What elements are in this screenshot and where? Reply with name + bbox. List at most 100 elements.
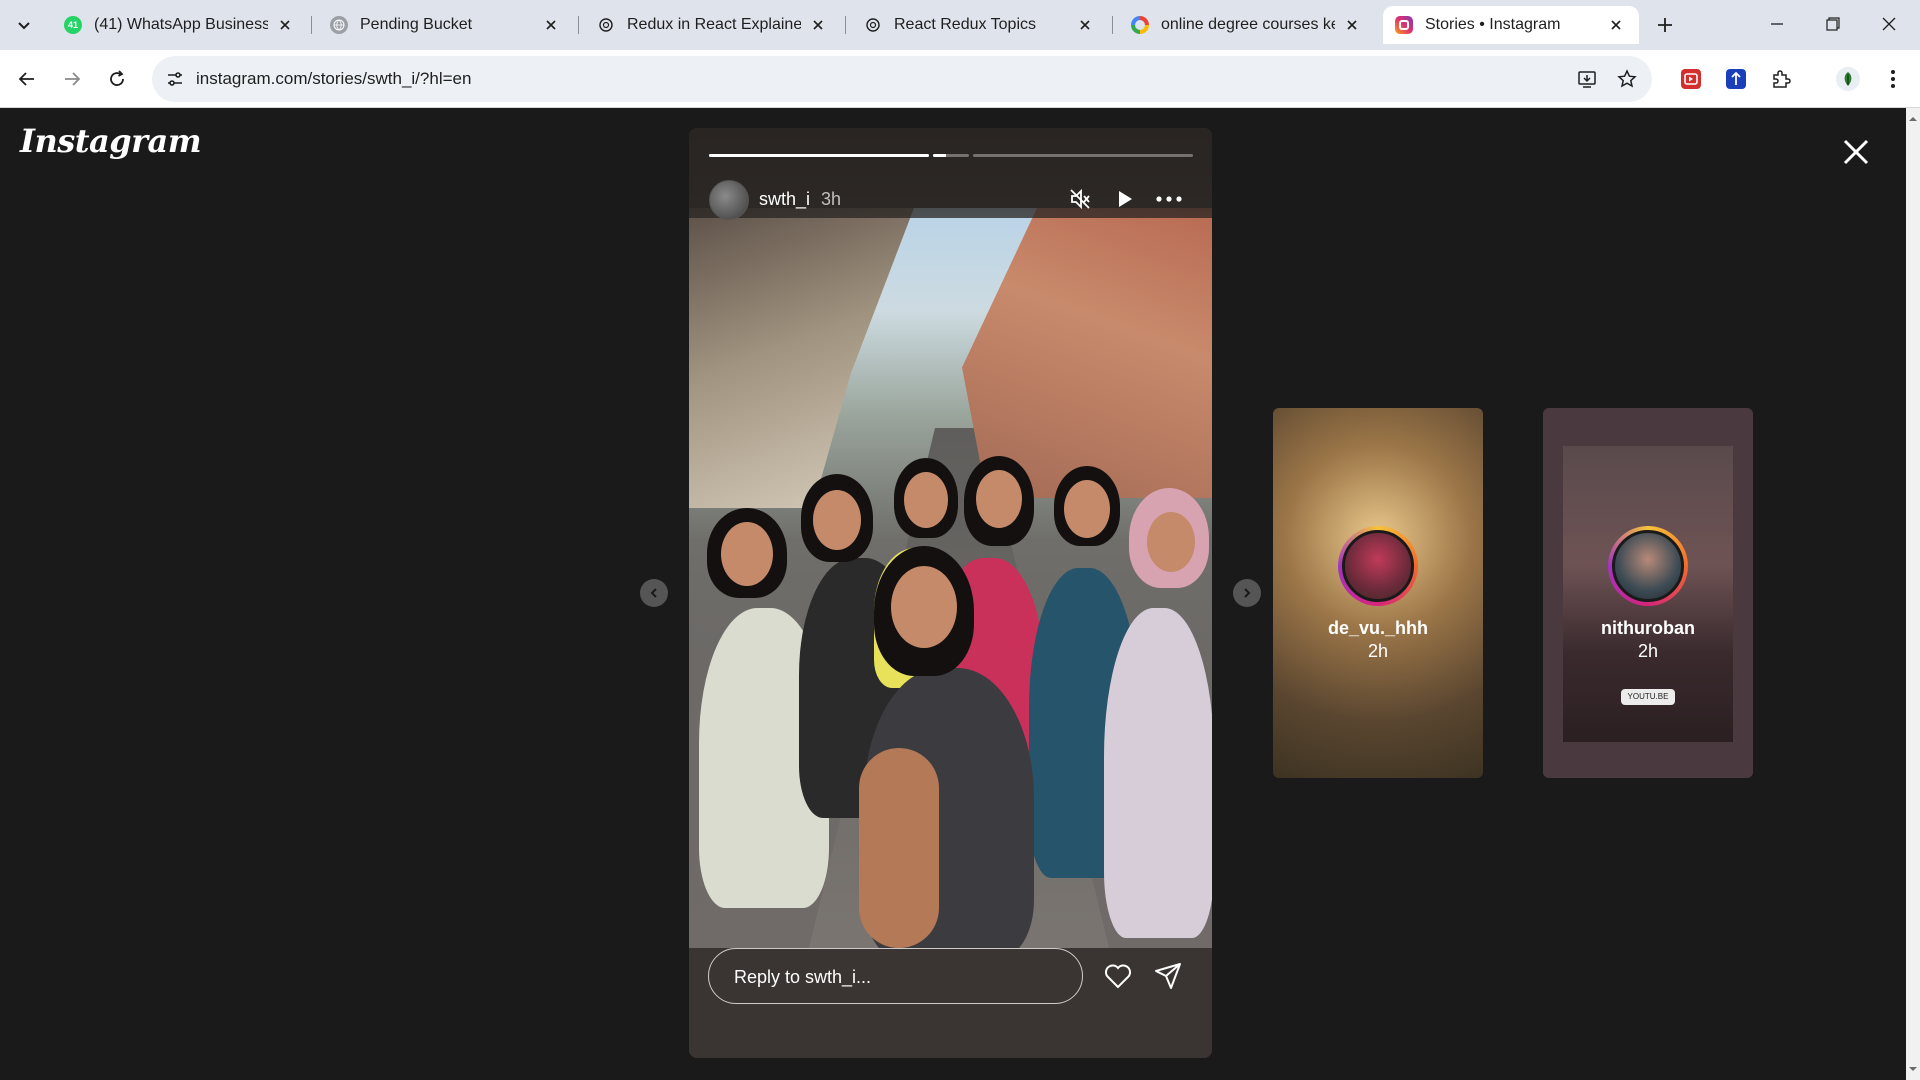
tab-pending-bucket[interactable]: Pending Bucket [318, 6, 574, 44]
chevron-down-icon [18, 22, 30, 30]
active-story[interactable]: swth_i 3h Reply to swth_i... [689, 128, 1212, 1058]
openai-icon [864, 16, 882, 34]
play-button[interactable] [1110, 184, 1140, 214]
restore-button[interactable] [1810, 8, 1856, 40]
story-options-button[interactable] [1154, 184, 1184, 214]
instagram-icon [1395, 16, 1413, 34]
preview-username: nithuroban [1601, 618, 1695, 638]
profile-avatar[interactable] [1834, 65, 1862, 93]
previous-story-button[interactable] [640, 579, 668, 607]
preview-time: 2h [1367, 641, 1389, 661]
forward-button[interactable] [55, 62, 89, 96]
page-scrollbar[interactable] [1906, 108, 1920, 1080]
story-header: swth_i 3h [689, 128, 1212, 220]
tab-title: Redux in React Explained [627, 16, 801, 33]
tab-search-button[interactable] [10, 11, 38, 39]
speaker-muted-icon [1070, 188, 1090, 210]
close-tab-icon[interactable] [1341, 14, 1363, 36]
back-button[interactable] [10, 62, 44, 96]
tab-title: online degree courses kera [1161, 16, 1335, 33]
tab-separator [311, 16, 312, 34]
browser-tab-bar: 41 (41) WhatsApp Business Pending Bucket… [0, 0, 1920, 50]
globe-icon [330, 16, 348, 34]
tab-separator [845, 16, 846, 34]
tab-redux-explained[interactable]: Redux in React Explained [585, 6, 841, 44]
story-timestamp: 3h [821, 189, 842, 209]
browser-toolbar: instagram.com/stories/swth_i/?hl=en [0, 50, 1920, 108]
progress-fill [933, 154, 946, 157]
heart-icon [1105, 964, 1131, 989]
mute-button[interactable] [1065, 184, 1095, 214]
video-extension-icon[interactable] [1677, 65, 1705, 93]
close-tab-icon[interactable] [807, 14, 829, 36]
more-horizontal-icon [1156, 196, 1182, 202]
tab-title: Stories • Instagram [1425, 16, 1561, 33]
install-app-icon[interactable] [1574, 66, 1600, 92]
play-icon [1119, 191, 1132, 207]
story-username[interactable]: swth_i [759, 189, 810, 210]
openai-icon [597, 16, 615, 34]
tab-google-search[interactable]: online degree courses kera [1119, 6, 1375, 44]
preview-avatar [1608, 526, 1688, 606]
arrow-right-icon [65, 72, 81, 86]
story-footer: Reply to swth_i... [689, 948, 1212, 1058]
share-story-button[interactable] [1152, 960, 1184, 992]
google-icon [1131, 16, 1149, 34]
story-preview-nithuroban[interactable]: nithuroban 2h YOUTU.BE [1543, 408, 1753, 778]
progress-fill [709, 154, 929, 157]
arrow-left-icon [18, 72, 34, 86]
new-tab-button[interactable] [1652, 12, 1678, 38]
story-progress [709, 154, 1193, 157]
next-story-button[interactable] [1233, 579, 1261, 607]
progress-segment [933, 154, 969, 157]
tab-title: Pending Bucket [360, 16, 473, 33]
preview-time: 2h [1637, 641, 1659, 661]
instagram-logo[interactable]: Instagram [20, 122, 202, 160]
story-preview-de-vu[interactable]: de_vu._hhh 2h [1273, 408, 1483, 778]
preview-avatar [1338, 526, 1418, 606]
extensions-puzzle-icon[interactable] [1767, 65, 1795, 93]
close-window-button[interactable] [1866, 8, 1912, 40]
close-icon [1882, 17, 1896, 31]
url-text[interactable]: instagram.com/stories/swth_i/?hl=en [196, 69, 471, 89]
close-tab-icon[interactable] [274, 14, 296, 36]
story-user-avatar[interactable] [709, 180, 749, 220]
tab-react-redux-topics[interactable]: React Redux Topics [852, 6, 1108, 44]
preview-username: de_vu._hhh [1327, 618, 1429, 638]
reply-input[interactable]: Reply to swth_i... [708, 948, 1083, 1004]
link-sticker: YOUTU.BE [1621, 689, 1675, 705]
address-bar[interactable]: instagram.com/stories/swth_i/?hl=en [152, 56, 1652, 102]
progress-segment [709, 154, 929, 157]
story-photo [689, 208, 1212, 948]
chevron-right-icon [1244, 588, 1251, 598]
restore-icon [1826, 17, 1840, 31]
tab-separator [1112, 16, 1113, 34]
close-tab-icon[interactable] [1074, 14, 1096, 36]
bookmark-star-icon[interactable] [1614, 66, 1640, 92]
chevron-left-icon [650, 588, 657, 598]
scroll-up-icon [1909, 117, 1917, 121]
reload-icon [110, 70, 124, 86]
reply-placeholder: Reply to swth_i... [734, 967, 872, 987]
group-selfie-people [699, 456, 1212, 948]
tab-instagram-stories[interactable]: Stories • Instagram [1383, 6, 1639, 44]
close-icon [1843, 139, 1869, 165]
tab-title: (41) WhatsApp Business [94, 16, 268, 33]
reload-button[interactable] [100, 62, 134, 96]
close-tab-icon[interactable] [1605, 14, 1627, 36]
tab-whatsapp[interactable]: 41 (41) WhatsApp Business [52, 6, 308, 44]
minimize-icon [1771, 23, 1783, 25]
like-story-button[interactable] [1102, 960, 1134, 992]
close-stories-button[interactable] [1838, 134, 1874, 170]
blue-extension-icon[interactable] [1722, 65, 1750, 93]
plus-icon [1658, 18, 1672, 32]
site-info-icon[interactable] [164, 68, 186, 90]
tab-title: React Redux Topics [894, 16, 1036, 33]
menu-kebab-icon[interactable] [1879, 65, 1907, 93]
minimize-button[interactable] [1754, 8, 1800, 40]
instagram-stories-page: Instagram swth_i 3h Reply to swth_i... d… [0, 108, 1906, 1080]
close-tab-icon[interactable] [540, 14, 562, 36]
progress-segment [973, 154, 1193, 157]
paper-plane-icon [1155, 963, 1181, 989]
scroll-down-icon [1909, 1067, 1917, 1071]
